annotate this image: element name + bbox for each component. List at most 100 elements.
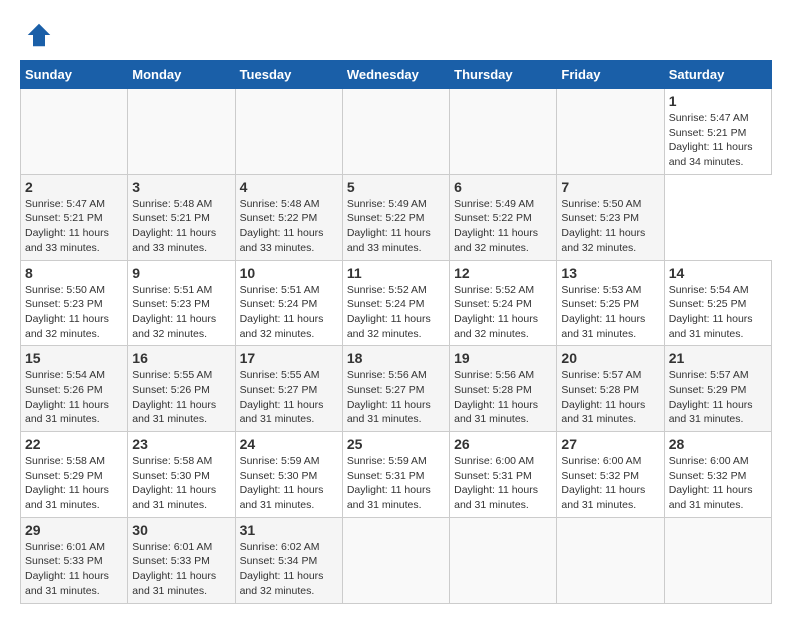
day-number: 31 [240, 522, 338, 538]
page-header [20, 20, 772, 50]
day-info: Sunrise: 5:49 AM Sunset: 5:22 PM Dayligh… [454, 197, 552, 256]
day-number: 13 [561, 265, 659, 281]
day-info: Sunrise: 5:47 AM Sunset: 5:21 PM Dayligh… [669, 111, 767, 170]
day-info: Sunrise: 5:52 AM Sunset: 5:24 PM Dayligh… [347, 283, 445, 342]
calendar-week-row: 1 Sunrise: 5:47 AM Sunset: 5:21 PM Dayli… [21, 89, 772, 175]
day-info: Sunrise: 5:50 AM Sunset: 5:23 PM Dayligh… [25, 283, 123, 342]
calendar-day-cell: 19 Sunrise: 5:56 AM Sunset: 5:28 PM Dayl… [450, 346, 557, 432]
calendar-day-cell: 3 Sunrise: 5:48 AM Sunset: 5:21 PM Dayli… [128, 174, 235, 260]
calendar-day-cell: 30 Sunrise: 6:01 AM Sunset: 5:33 PM Dayl… [128, 517, 235, 603]
calendar-day-cell: 27 Sunrise: 6:00 AM Sunset: 5:32 PM Dayl… [557, 432, 664, 518]
day-number: 16 [132, 350, 230, 366]
day-number: 18 [347, 350, 445, 366]
calendar-day-cell: 7 Sunrise: 5:50 AM Sunset: 5:23 PM Dayli… [557, 174, 664, 260]
day-info: Sunrise: 5:54 AM Sunset: 5:26 PM Dayligh… [25, 368, 123, 427]
calendar-day-cell: 8 Sunrise: 5:50 AM Sunset: 5:23 PM Dayli… [21, 260, 128, 346]
calendar-week-row: 2 Sunrise: 5:47 AM Sunset: 5:21 PM Dayli… [21, 174, 772, 260]
empty-day-cell [450, 89, 557, 175]
calendar-day-cell: 15 Sunrise: 5:54 AM Sunset: 5:26 PM Dayl… [21, 346, 128, 432]
logo-icon [24, 20, 54, 50]
empty-day-cell [128, 89, 235, 175]
day-info: Sunrise: 6:00 AM Sunset: 5:32 PM Dayligh… [669, 454, 767, 513]
calendar-day-cell: 2 Sunrise: 5:47 AM Sunset: 5:21 PM Dayli… [21, 174, 128, 260]
calendar-weekday-header: Sunday [21, 61, 128, 89]
day-number: 6 [454, 179, 552, 195]
day-number: 12 [454, 265, 552, 281]
calendar-header-row: SundayMondayTuesdayWednesdayThursdayFrid… [21, 61, 772, 89]
day-info: Sunrise: 5:59 AM Sunset: 5:30 PM Dayligh… [240, 454, 338, 513]
logo [20, 20, 54, 50]
empty-day-cell [557, 89, 664, 175]
day-info: Sunrise: 5:58 AM Sunset: 5:30 PM Dayligh… [132, 454, 230, 513]
day-number: 1 [669, 93, 767, 109]
day-number: 3 [132, 179, 230, 195]
day-info: Sunrise: 5:47 AM Sunset: 5:21 PM Dayligh… [25, 197, 123, 256]
calendar-day-cell: 4 Sunrise: 5:48 AM Sunset: 5:22 PM Dayli… [235, 174, 342, 260]
empty-day-cell [342, 89, 449, 175]
calendar-weekday-header: Wednesday [342, 61, 449, 89]
day-info: Sunrise: 5:53 AM Sunset: 5:25 PM Dayligh… [561, 283, 659, 342]
day-number: 8 [25, 265, 123, 281]
day-number: 20 [561, 350, 659, 366]
calendar-day-cell: 23 Sunrise: 5:58 AM Sunset: 5:30 PM Dayl… [128, 432, 235, 518]
day-number: 7 [561, 179, 659, 195]
calendar-day-cell: 25 Sunrise: 5:59 AM Sunset: 5:31 PM Dayl… [342, 432, 449, 518]
day-info: Sunrise: 6:02 AM Sunset: 5:34 PM Dayligh… [240, 540, 338, 599]
calendar-day-cell: 31 Sunrise: 6:02 AM Sunset: 5:34 PM Dayl… [235, 517, 342, 603]
calendar-weekday-header: Thursday [450, 61, 557, 89]
day-number: 19 [454, 350, 552, 366]
calendar-weekday-header: Saturday [664, 61, 771, 89]
calendar-day-cell: 29 Sunrise: 6:01 AM Sunset: 5:33 PM Dayl… [21, 517, 128, 603]
calendar-day-cell: 21 Sunrise: 5:57 AM Sunset: 5:29 PM Dayl… [664, 346, 771, 432]
day-info: Sunrise: 5:48 AM Sunset: 5:22 PM Dayligh… [240, 197, 338, 256]
day-info: Sunrise: 5:51 AM Sunset: 5:23 PM Dayligh… [132, 283, 230, 342]
calendar-day-cell [450, 517, 557, 603]
calendar-day-cell: 10 Sunrise: 5:51 AM Sunset: 5:24 PM Dayl… [235, 260, 342, 346]
calendar-day-cell: 9 Sunrise: 5:51 AM Sunset: 5:23 PM Dayli… [128, 260, 235, 346]
calendar-day-cell: 16 Sunrise: 5:55 AM Sunset: 5:26 PM Dayl… [128, 346, 235, 432]
day-number: 9 [132, 265, 230, 281]
calendar-day-cell: 13 Sunrise: 5:53 AM Sunset: 5:25 PM Dayl… [557, 260, 664, 346]
day-info: Sunrise: 5:55 AM Sunset: 5:26 PM Dayligh… [132, 368, 230, 427]
day-number: 26 [454, 436, 552, 452]
day-info: Sunrise: 6:00 AM Sunset: 5:31 PM Dayligh… [454, 454, 552, 513]
day-number: 23 [132, 436, 230, 452]
day-number: 24 [240, 436, 338, 452]
day-info: Sunrise: 5:56 AM Sunset: 5:27 PM Dayligh… [347, 368, 445, 427]
day-info: Sunrise: 5:54 AM Sunset: 5:25 PM Dayligh… [669, 283, 767, 342]
calendar-weekday-header: Friday [557, 61, 664, 89]
day-number: 25 [347, 436, 445, 452]
day-info: Sunrise: 6:01 AM Sunset: 5:33 PM Dayligh… [132, 540, 230, 599]
day-number: 11 [347, 265, 445, 281]
calendar-day-cell: 26 Sunrise: 6:00 AM Sunset: 5:31 PM Dayl… [450, 432, 557, 518]
day-info: Sunrise: 5:58 AM Sunset: 5:29 PM Dayligh… [25, 454, 123, 513]
calendar-week-row: 15 Sunrise: 5:54 AM Sunset: 5:26 PM Dayl… [21, 346, 772, 432]
calendar-weekday-header: Monday [128, 61, 235, 89]
day-number: 15 [25, 350, 123, 366]
day-number: 4 [240, 179, 338, 195]
day-number: 5 [347, 179, 445, 195]
calendar-week-row: 8 Sunrise: 5:50 AM Sunset: 5:23 PM Dayli… [21, 260, 772, 346]
day-number: 27 [561, 436, 659, 452]
calendar-day-cell: 28 Sunrise: 6:00 AM Sunset: 5:32 PM Dayl… [664, 432, 771, 518]
calendar-day-cell: 14 Sunrise: 5:54 AM Sunset: 5:25 PM Dayl… [664, 260, 771, 346]
day-info: Sunrise: 5:48 AM Sunset: 5:21 PM Dayligh… [132, 197, 230, 256]
day-info: Sunrise: 6:01 AM Sunset: 5:33 PM Dayligh… [25, 540, 123, 599]
calendar-day-cell: 5 Sunrise: 5:49 AM Sunset: 5:22 PM Dayli… [342, 174, 449, 260]
calendar-day-cell: 11 Sunrise: 5:52 AM Sunset: 5:24 PM Dayl… [342, 260, 449, 346]
day-info: Sunrise: 5:59 AM Sunset: 5:31 PM Dayligh… [347, 454, 445, 513]
day-info: Sunrise: 5:51 AM Sunset: 5:24 PM Dayligh… [240, 283, 338, 342]
empty-day-cell [235, 89, 342, 175]
day-info: Sunrise: 5:52 AM Sunset: 5:24 PM Dayligh… [454, 283, 552, 342]
day-info: Sunrise: 5:56 AM Sunset: 5:28 PM Dayligh… [454, 368, 552, 427]
day-number: 28 [669, 436, 767, 452]
day-number: 17 [240, 350, 338, 366]
day-info: Sunrise: 5:50 AM Sunset: 5:23 PM Dayligh… [561, 197, 659, 256]
calendar-week-row: 29 Sunrise: 6:01 AM Sunset: 5:33 PM Dayl… [21, 517, 772, 603]
day-number: 2 [25, 179, 123, 195]
calendar-day-cell: 12 Sunrise: 5:52 AM Sunset: 5:24 PM Dayl… [450, 260, 557, 346]
calendar-day-cell: 20 Sunrise: 5:57 AM Sunset: 5:28 PM Dayl… [557, 346, 664, 432]
calendar-day-cell [664, 517, 771, 603]
calendar-weekday-header: Tuesday [235, 61, 342, 89]
calendar-body: 1 Sunrise: 5:47 AM Sunset: 5:21 PM Dayli… [21, 89, 772, 604]
